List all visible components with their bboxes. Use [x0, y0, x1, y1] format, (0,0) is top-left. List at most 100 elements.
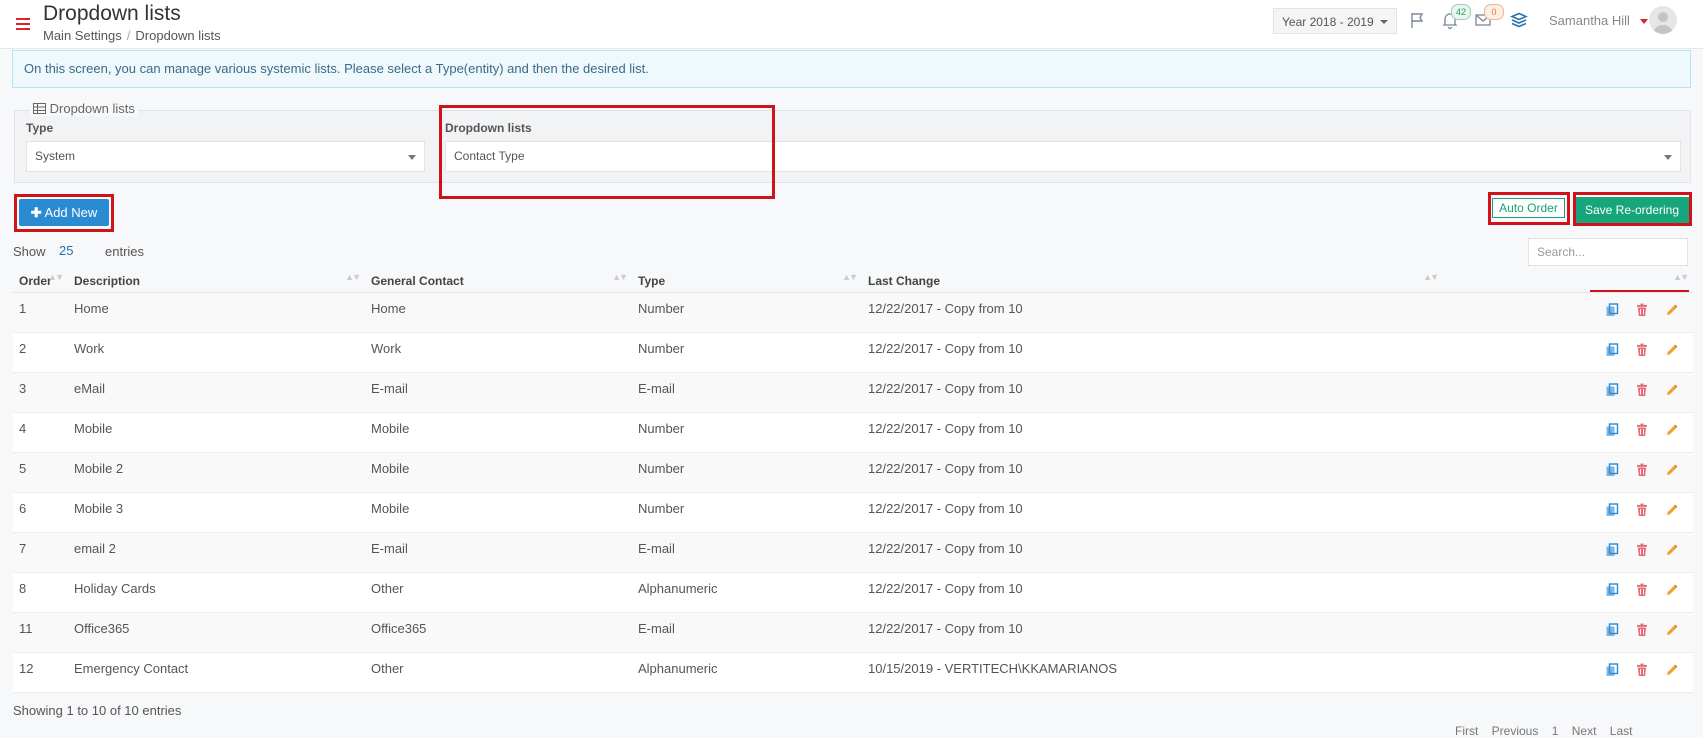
trash-icon[interactable] [1635, 383, 1649, 397]
pencil-icon[interactable] [1665, 423, 1679, 437]
pencil-icon[interactable] [1665, 623, 1679, 637]
copy-icon[interactable] [1605, 542, 1619, 557]
showing-info: Showing 1 to 10 of 10 entries [13, 703, 182, 718]
column-header-type[interactable]: Type ▲▼ [632, 270, 862, 293]
table-body: 1 Home Home Number 12/22/2017 - Copy from 10… [13, 292, 1693, 693]
table-row: 7 email 2 E-mail E-mail 12/22/2017 - Copy fr… [13, 532, 1693, 573]
page-size-select[interactable]: 25 [59, 243, 73, 258]
table-row: 2 Work Work Number 12/22/2017 - Copy from 10 [13, 332, 1693, 373]
copy-icon[interactable] [1605, 582, 1619, 597]
cell-order: 8 [13, 572, 68, 613]
user-name[interactable]: Samantha Hill [1549, 13, 1630, 28]
pencil-icon[interactable] [1665, 583, 1679, 597]
cell-type: Alphanumeric [632, 652, 862, 693]
pagination-previous[interactable]: Previous [1492, 724, 1539, 738]
show-label: Show [13, 244, 46, 259]
hamburger-menu-icon[interactable] [16, 18, 30, 30]
cell-order: 12 [13, 652, 68, 693]
trash-icon[interactable] [1635, 303, 1649, 317]
cell-type: Number [632, 292, 862, 333]
row-actions [1443, 412, 1693, 453]
table-row: 1 Home Home Number 12/22/2017 - Copy from 10 [13, 292, 1693, 333]
row-actions [1443, 332, 1693, 373]
pencil-icon[interactable] [1665, 543, 1679, 557]
bell-icon[interactable]: 42 [1440, 4, 1471, 32]
row-actions [1443, 452, 1693, 493]
cell-order: 2 [13, 332, 68, 373]
flag-icon[interactable] [1408, 10, 1430, 32]
pencil-icon[interactable] [1665, 383, 1679, 397]
pagination-last[interactable]: Last [1610, 724, 1633, 738]
cell-description: Home [68, 292, 365, 333]
pencil-icon[interactable] [1665, 463, 1679, 477]
cell-description: Mobile 2 [68, 452, 365, 493]
cell-order: 1 [13, 292, 68, 333]
trash-icon[interactable] [1635, 623, 1649, 637]
trash-icon[interactable] [1635, 423, 1649, 437]
cell-type: E-mail [632, 372, 862, 413]
filter-panel-legend: Dropdown lists [30, 101, 138, 116]
trash-icon[interactable] [1635, 543, 1649, 557]
layers-icon[interactable] [1509, 10, 1531, 32]
cell-general-contact: Other [365, 652, 632, 693]
trash-icon[interactable] [1635, 663, 1649, 677]
pagination-first[interactable]: First [1455, 724, 1478, 738]
cell-type: Number [632, 452, 862, 493]
column-header-general-contact[interactable]: General Contact ▲▼ [365, 270, 632, 293]
row-actions [1443, 652, 1693, 693]
row-actions [1443, 372, 1693, 413]
cell-general-contact: Mobile [365, 452, 632, 493]
cell-type: E-mail [632, 612, 862, 653]
pagination-next[interactable]: Next [1572, 724, 1597, 738]
year-select[interactable]: Year 2018 - 2019 [1273, 8, 1397, 34]
cell-description: Holiday Cards [68, 572, 365, 613]
cell-type: Number [632, 412, 862, 453]
breadcrumb-main-settings[interactable]: Main Settings [43, 28, 122, 43]
column-header-description[interactable]: Description ▲▼ [68, 270, 365, 293]
pencil-icon[interactable] [1665, 503, 1679, 517]
avatar[interactable] [1649, 6, 1677, 34]
cell-description: eMail [68, 372, 365, 413]
trash-icon[interactable] [1635, 463, 1649, 477]
cell-type: Number [632, 332, 862, 373]
copy-icon[interactable] [1605, 662, 1619, 677]
cell-description: Mobile [68, 412, 365, 453]
pencil-icon[interactable] [1665, 303, 1679, 317]
column-header-last-change[interactable]: Last Change ▲▼ [862, 270, 1443, 293]
copy-icon[interactable] [1605, 622, 1619, 637]
copy-icon[interactable] [1605, 382, 1619, 397]
info-message: On this screen, you can manage various s… [12, 50, 1691, 88]
copy-icon[interactable] [1605, 502, 1619, 517]
type-select-value: System [35, 149, 76, 163]
copy-icon[interactable] [1605, 302, 1619, 317]
breadcrumb-separator: / [126, 28, 131, 43]
copy-icon[interactable] [1605, 342, 1619, 357]
breadcrumb-current: Dropdown lists [135, 28, 221, 43]
pencil-icon[interactable] [1665, 663, 1679, 677]
annotation-box-auto-order [1488, 192, 1570, 225]
search-input[interactable] [1528, 238, 1688, 266]
cell-order: 5 [13, 452, 68, 493]
entries-label: entries [105, 244, 145, 259]
user-menu-chevron-icon[interactable] [1640, 19, 1648, 24]
cell-description: Mobile 3 [68, 492, 365, 533]
trash-icon[interactable] [1635, 583, 1649, 597]
pencil-icon[interactable] [1665, 343, 1679, 357]
cell-general-contact: Work [365, 332, 632, 373]
cell-order: 3 [13, 372, 68, 413]
pagination-page[interactable]: 1 [1552, 724, 1559, 738]
copy-icon[interactable] [1605, 462, 1619, 477]
notifications-badge: 42 [1451, 4, 1471, 20]
cell-last-change: 12/22/2017 - Copy from 10 [862, 372, 1443, 413]
trash-icon[interactable] [1635, 503, 1649, 517]
type-select[interactable]: System [26, 141, 425, 172]
column-header-order[interactable]: Order ▲▼ [13, 270, 68, 293]
cell-general-contact: Mobile [365, 412, 632, 453]
cell-last-change: 10/15/2019 - VERTITECH\KKAMARIANOS [862, 652, 1443, 693]
cell-general-contact: Home [365, 292, 632, 333]
pagination: First Previous 1 Next Last [1455, 724, 1632, 738]
copy-icon[interactable] [1605, 422, 1619, 437]
trash-icon[interactable] [1635, 343, 1649, 357]
mail-icon[interactable]: 0 [1473, 4, 1504, 32]
annotation-box-save-reordering [1573, 192, 1692, 226]
